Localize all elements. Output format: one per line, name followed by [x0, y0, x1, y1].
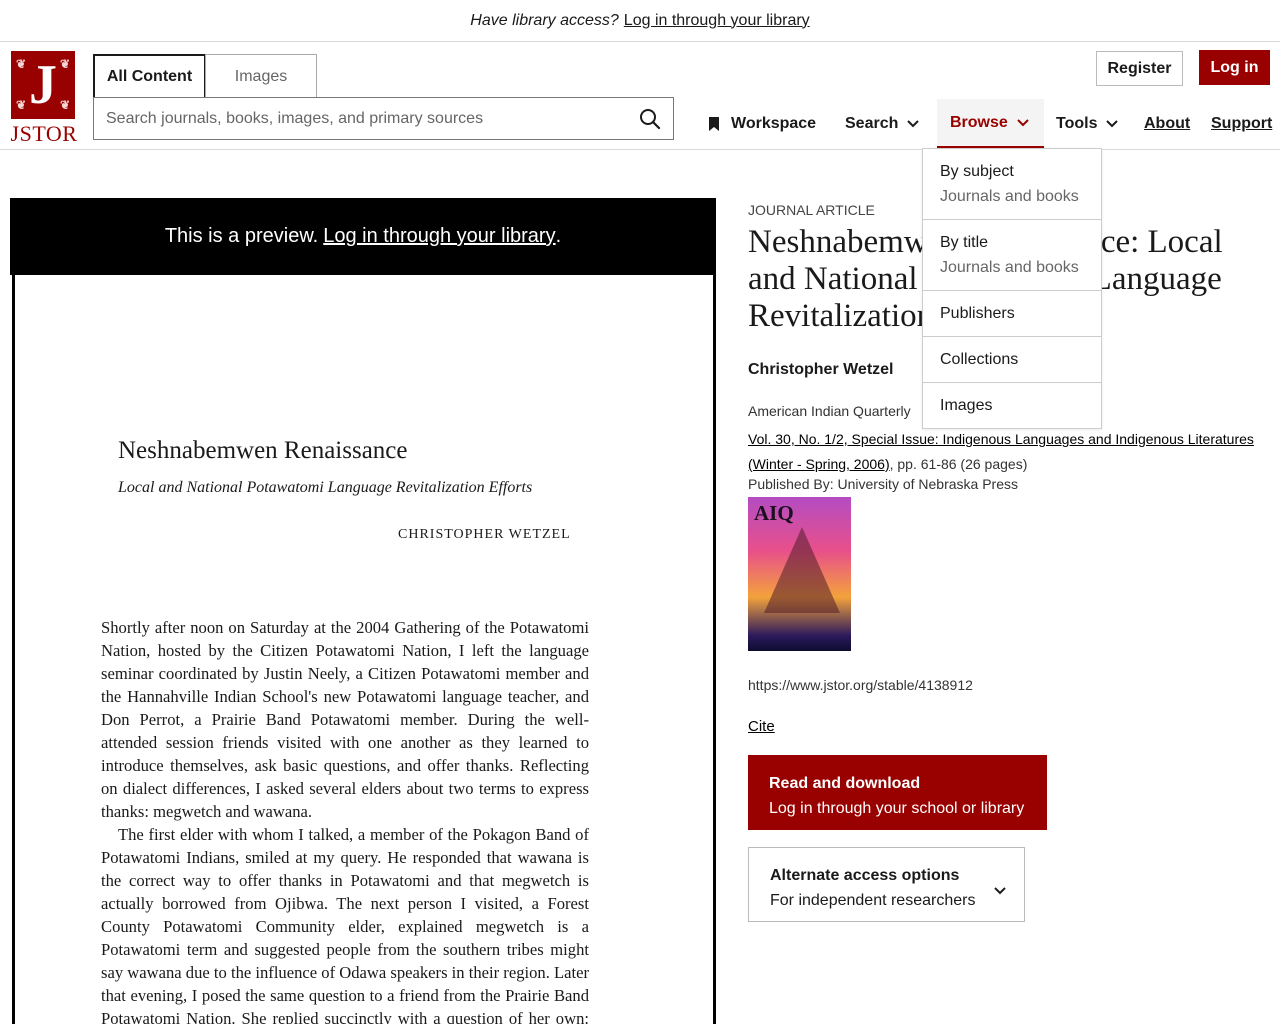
menu-item-sublabel: Journals and books: [940, 259, 1079, 276]
alt-access-subtitle: For independent researchers: [770, 892, 976, 909]
bookmark-icon: [708, 116, 720, 132]
nav-tools[interactable]: Tools: [1056, 99, 1119, 149]
preview-paragraph: The first elder with whom I talked, a me…: [101, 825, 589, 1024]
stable-url: https://www.jstor.org/stable/4138912: [748, 677, 973, 693]
library-access-question: Have library access?: [470, 11, 619, 29]
read-button-subtitle: Log in through your school or library: [769, 800, 1025, 817]
menu-item-sublabel: Journals and books: [940, 188, 1079, 205]
register-button[interactable]: Register: [1096, 51, 1183, 86]
menu-item-label: By title: [940, 234, 989, 251]
article-preview-page: Neshnabemwen Renaissance Local and Natio…: [12, 275, 716, 1024]
preview-paragraph: Shortly after noon on Saturday at the 20…: [101, 618, 589, 821]
tab-images[interactable]: Images: [205, 54, 317, 98]
read-button-title: Read and download: [769, 775, 921, 792]
preview-login-link[interactable]: Log in through your library: [323, 225, 555, 248]
nav-about-label: About: [1144, 115, 1191, 132]
chevron-down-icon: [907, 115, 920, 133]
article-author[interactable]: Christopher Wetzel: [748, 361, 894, 379]
preview-article-subtitle: Local and National Potawatomi Language R…: [118, 479, 533, 496]
cover-label: AIQ: [754, 501, 794, 525]
page-range: , pp. 61-86 (26 pages): [889, 456, 1028, 472]
nav-workspace-label: Workspace: [731, 115, 817, 132]
menu-item-publishers[interactable]: Publishers: [923, 291, 1101, 337]
login-button[interactable]: Log in: [1199, 50, 1270, 85]
main-nav: Workspace Search Browse Tools About Supp…: [0, 99, 1280, 149]
journal-name: American Indian Quarterly: [748, 403, 911, 419]
banner-login-link[interactable]: Log in through your library: [624, 12, 810, 30]
cover-tipi-art: [764, 527, 840, 613]
menu-item-collections[interactable]: Collections: [923, 337, 1101, 383]
read-and-download-button[interactable]: Read and download Log in through your sc…: [748, 755, 1047, 830]
preview-article-title: Neshnabemwen Renaissance: [118, 437, 408, 464]
chevron-down-icon: [994, 878, 1006, 903]
nav-browse[interactable]: Browse: [937, 99, 1044, 149]
preview-notice-trailing: .: [555, 225, 562, 247]
chevron-down-icon: [1017, 114, 1029, 132]
journal-cover-image[interactable]: AIQ: [748, 497, 851, 651]
menu-item-by-title[interactable]: By title Journals and books: [923, 220, 1101, 291]
library-access-banner: Have library access? Log in through your…: [0, 0, 1280, 42]
preview-article-body: Shortly after noon on Saturday at the 20…: [101, 616, 589, 1024]
cite-link[interactable]: Cite: [748, 718, 775, 735]
menu-item-label: By subject: [940, 163, 1014, 180]
chevron-down-icon: [1106, 115, 1119, 133]
browse-dropdown-menu: By subject Journals and books By title J…: [922, 148, 1102, 429]
site-header: ❦ ❦ ❦ ❦ J JSTOR All Content Images Works…: [0, 42, 1280, 150]
publisher-info: Published By: University of Nebraska Pre…: [748, 476, 1018, 492]
menu-item-label: Images: [940, 397, 993, 414]
search-scope-tabs: All Content Images: [93, 54, 317, 98]
issue-info: Vol. 30, No. 1/2, Special Issue: Indigen…: [748, 427, 1258, 477]
nav-search[interactable]: Search: [845, 99, 920, 149]
preview-notice-text: This is a preview.: [164, 225, 319, 247]
menu-item-label: Publishers: [940, 305, 1015, 322]
menu-item-label: Collections: [940, 351, 1019, 368]
nav-browse-label: Browse: [950, 113, 1008, 131]
nav-support[interactable]: Support: [1211, 99, 1272, 149]
content-type-label: JOURNAL ARTICLE: [748, 202, 875, 218]
nav-about[interactable]: About: [1144, 99, 1190, 149]
menu-item-images[interactable]: Images: [923, 383, 1101, 428]
nav-search-label: Search: [845, 115, 899, 132]
tab-all-content[interactable]: All Content: [93, 54, 206, 98]
nav-support-label: Support: [1211, 115, 1273, 132]
menu-item-by-subject[interactable]: By subject Journals and books: [923, 149, 1101, 220]
preview-notice: This is a preview. Log in through your l…: [10, 198, 716, 275]
nav-workspace[interactable]: Workspace: [708, 99, 816, 149]
alt-access-title: Alternate access options: [770, 867, 960, 884]
nav-tools-label: Tools: [1056, 115, 1098, 132]
alternate-access-button[interactable]: Alternate access options For independent…: [748, 847, 1025, 922]
preview-article-author: CHRISTOPHER WETZEL: [398, 527, 571, 542]
